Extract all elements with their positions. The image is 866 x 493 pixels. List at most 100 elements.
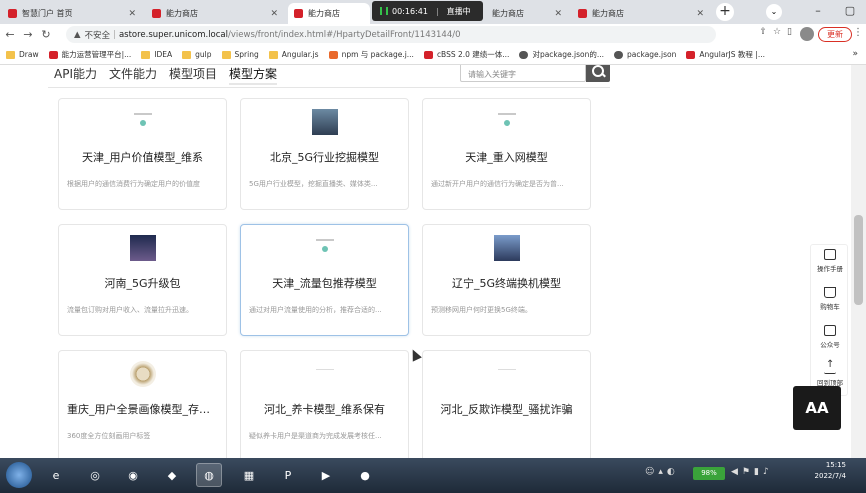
- scrollbar[interactable]: [851, 65, 866, 458]
- sidebar-icon[interactable]: ▯: [787, 27, 792, 37]
- explorer-icon[interactable]: ▦: [236, 463, 262, 487]
- network-icon[interactable]: ▮: [754, 467, 759, 477]
- back-to-top-button[interactable]: 回到顶部: [811, 359, 849, 387]
- tab-search-icon[interactable]: ⌄: [766, 4, 782, 20]
- wechat-button[interactable]: 公众号: [811, 325, 849, 349]
- tray-icon[interactable]: ☺: [645, 467, 654, 477]
- card-description: 预测移网用户何时更换5G终端。: [431, 306, 532, 314]
- star-icon[interactable]: ☆: [773, 27, 781, 37]
- bookmark-label: Draw: [19, 50, 39, 59]
- manual-button[interactable]: 操作手册: [811, 249, 849, 273]
- tab-model-solution[interactable]: 模型方案: [229, 65, 278, 85]
- card-description: 疑似养卡用户是渠道商为完成发展考核任...: [249, 432, 382, 440]
- wechat-icon[interactable]: ◉: [120, 463, 146, 487]
- tab-api[interactable]: API能力: [54, 65, 97, 85]
- reload-icon[interactable]: ↻: [38, 28, 54, 41]
- tab-title: 能力商店: [592, 9, 624, 18]
- model-card[interactable]: 天津_重入网模型 通过新开户用户的通信行为确定是否为曾...: [422, 98, 591, 210]
- tab-model-project[interactable]: 模型项目: [169, 65, 217, 85]
- unicom-icon: [578, 9, 587, 18]
- minimize-icon[interactable]: –: [802, 0, 834, 24]
- cart-button[interactable]: 购物车: [811, 287, 849, 311]
- menu-icon[interactable]: ⋮: [853, 27, 863, 38]
- model-card[interactable]: 重庆_用户全景画像模型_存量... 360度全方位刻画用户标签: [58, 350, 227, 458]
- model-card[interactable]: 北京_5G行业挖掘模型 5G用户行业模型，挖掘直播类、媒体类...: [240, 98, 409, 210]
- scrollbar-thumb[interactable]: [854, 215, 863, 305]
- card-description: 通过新开户用户的通信行为确定是否为曾...: [431, 180, 564, 188]
- bookmark-item[interactable]: Draw: [6, 50, 39, 59]
- bookmark-item[interactable]: Angular.js: [268, 50, 319, 59]
- tray-icon[interactable]: ◐: [667, 467, 675, 477]
- powerpoint-icon[interactable]: P: [275, 463, 301, 487]
- bookmarks-overflow-icon[interactable]: »: [852, 49, 858, 59]
- ie-icon[interactable]: e: [43, 463, 69, 487]
- window-controls: – ▢: [802, 0, 866, 24]
- tab-strip: 智慧门户 首页 ✕ 能力商店 ✕ 能力商店 能力商店 ✕ 能力商店 ✕ 00:16:41…: [0, 0, 866, 24]
- brand-badge: AA: [793, 386, 841, 430]
- avatar[interactable]: [800, 27, 814, 41]
- bookmark-label: gulp: [195, 50, 212, 59]
- app-icon[interactable]: ◎: [82, 463, 108, 487]
- bookmark-item[interactable]: AngularJS 教程 |...: [686, 49, 765, 60]
- back-icon[interactable]: ←: [2, 28, 18, 41]
- card-title: 天津_流量包推荐模型: [272, 277, 377, 290]
- bookmark-item[interactable]: cBSS 2.0 建绩一体...: [423, 49, 509, 60]
- bookmark-item[interactable]: npm 与 package.j...: [328, 49, 414, 60]
- volume-icon[interactable]: ♪: [763, 467, 769, 477]
- feishu-icon[interactable]: ◆: [159, 463, 185, 487]
- close-icon[interactable]: ✕: [554, 9, 562, 19]
- tray-icon[interactable]: ⚑: [742, 467, 750, 477]
- bookmark-item[interactable]: 能力运营管理平台|...: [48, 49, 131, 60]
- tab-4[interactable]: 能力商店 ✕: [486, 3, 568, 24]
- bookmark-item[interactable]: Spring: [221, 50, 259, 59]
- forward-icon[interactable]: →: [20, 28, 36, 41]
- search-input[interactable]: 请输入关键字: [460, 65, 586, 82]
- model-card[interactable]: 辽宁_5G终端换机模型 预测移网用户何时更换5G终端。: [422, 224, 591, 336]
- live-time: 00:16:41: [392, 6, 428, 16]
- tray-icon[interactable]: ◀: [731, 467, 738, 477]
- tray-icon[interactable]: ▴: [658, 467, 663, 477]
- model-card[interactable]: 河北_反欺诈模型_骚扰诈骗: [422, 350, 591, 458]
- card-thumbnail: [130, 109, 156, 135]
- recorder-icon[interactable]: ●: [352, 463, 378, 487]
- bookmark-item[interactable]: 对package.json的...: [519, 49, 604, 60]
- model-card[interactable]: 河南_5G升级包 流量包订购对用户收入、流量拉升迅速。: [58, 224, 227, 336]
- battery-indicator[interactable]: 98%: [693, 467, 725, 480]
- card-description: 通过对用户流量使用的分析，推荐合适的...: [249, 306, 382, 314]
- close-icon[interactable]: ✕: [128, 9, 136, 19]
- address-actions: ⇧ ☆ ▯: [759, 27, 792, 37]
- cart-label: 购物车: [820, 303, 840, 311]
- card-description: 根据用户的通信消费行为确定用户的价值度: [67, 180, 200, 188]
- share-icon[interactable]: ⇧: [759, 27, 767, 37]
- new-tab-button[interactable]: +: [716, 3, 734, 21]
- bookmark-label: Spring: [234, 50, 259, 59]
- clock[interactable]: 15:15 2022/7/4: [815, 460, 846, 482]
- taskbar: e ◎ ◉ ◆ ◍ ▦ P ▶ ● ☺ ▴ ◐ 98% ◀ ⚑ ▮ ♪ 15:15 202…: [0, 458, 866, 493]
- app-icon[interactable]: ▶: [313, 463, 339, 487]
- card-title: 北京_5G行业挖掘模型: [269, 151, 380, 164]
- bookmark-item[interactable]: package.json: [614, 50, 676, 59]
- tab-title: 智慧门户 首页: [22, 9, 73, 18]
- bookmark-item[interactable]: gulp: [182, 50, 212, 59]
- tab-3[interactable]: 能力商店: [288, 3, 370, 24]
- tab-title: 能力商店: [166, 9, 198, 18]
- start-button[interactable]: [6, 462, 32, 488]
- model-card[interactable]: 天津_用户价值模型_维系 根据用户的通信消费行为确定用户的价值度: [58, 98, 227, 210]
- model-card[interactable]: 天津_流量包推荐模型 通过对用户流量使用的分析，推荐合适的...: [240, 224, 409, 336]
- tab-file[interactable]: 文件能力: [109, 65, 157, 85]
- tab-1[interactable]: 智慧门户 首页 ✕: [2, 3, 142, 24]
- tab-2[interactable]: 能力商店 ✕: [146, 3, 284, 24]
- chrome-icon[interactable]: ◍: [196, 463, 222, 487]
- update-button[interactable]: 更新: [818, 27, 852, 42]
- close-icon[interactable]: ✕: [270, 9, 278, 19]
- close-icon[interactable]: ✕: [696, 9, 704, 19]
- url-host: astore.super.unicom.local: [118, 29, 229, 40]
- model-card[interactable]: 河北_养卡模型_维系保有 疑似养卡用户是渠道商为完成发展考核任...: [240, 350, 409, 458]
- tab-5[interactable]: 能力商店 ✕: [572, 3, 710, 24]
- tab-title: 能力商店: [308, 9, 340, 18]
- wechat-label: 公众号: [820, 341, 840, 349]
- search-button[interactable]: [586, 65, 610, 82]
- maximize-icon[interactable]: ▢: [834, 0, 866, 24]
- url-field[interactable]: ▲ 不安全 | astore.super.unicom.local /views…: [66, 26, 716, 43]
- bookmark-item[interactable]: IDEA: [141, 50, 172, 59]
